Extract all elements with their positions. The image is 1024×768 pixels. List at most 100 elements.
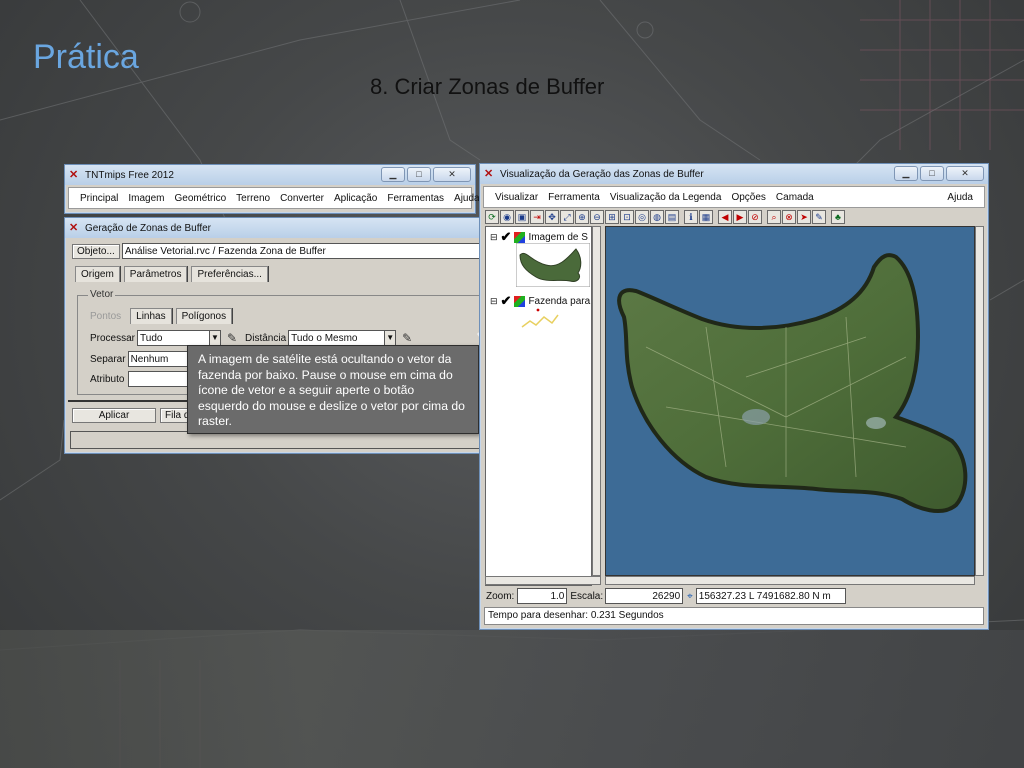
separar-select[interactable]: Nenhum	[127, 351, 190, 367]
redraw-icon[interactable]: ⟳	[485, 210, 499, 224]
menu-ajuda[interactable]: Ajuda	[942, 192, 978, 203]
maximize-button[interactable]: □	[407, 167, 431, 182]
processar-value: Tudo	[137, 330, 210, 346]
map-view-canvas[interactable]	[605, 226, 975, 576]
edit-icon[interactable]: ✎	[812, 210, 826, 224]
processar-select[interactable]: Tudo ▼	[137, 330, 222, 346]
minimize-button[interactable]: ▁	[894, 166, 918, 181]
view-window-title: Visualização da Geração das Zonas de Buf…	[500, 168, 704, 180]
forward-icon[interactable]: ▶	[733, 210, 747, 224]
cancel-icon[interactable]: ⊗	[782, 210, 796, 224]
atributo-field[interactable]	[128, 371, 191, 387]
tree-icon[interactable]: ♣	[831, 210, 845, 224]
collapse-icon[interactable]: ⊟	[490, 232, 498, 243]
chevron-down-icon[interactable]: ▼	[384, 330, 397, 346]
menu-converter[interactable]: Converter	[275, 193, 329, 204]
visualization-window: ✕ Visualização da Geração das Zonas de B…	[479, 163, 989, 630]
frame-icon[interactable]: ▣	[515, 210, 529, 224]
zoom-label: Zoom:	[486, 590, 515, 602]
buffer-window-titlebar[interactable]: ✕ Geração de Zonas de Buffer	[65, 218, 481, 238]
vetor-group-label: Vetor	[88, 289, 116, 300]
coordinate-icon[interactable]: ⌖	[687, 591, 693, 602]
tntmips-main-window: ✕ TNTmips Free 2012 ▁ □ ✕ Principal Imag…	[64, 164, 480, 214]
pencil-icon[interactable]: ✎	[402, 331, 416, 345]
stop-icon[interactable]: ⊘	[748, 210, 762, 224]
view-horizontal-scrollbar[interactable]	[605, 576, 975, 585]
distancia-label: Distância	[245, 332, 287, 344]
zoom-box-icon[interactable]: ⊞	[605, 210, 619, 224]
zoom-previous-icon[interactable]: ◎	[635, 210, 649, 224]
tab-pontos: Pontos	[90, 310, 122, 322]
layer-label-fazenda: Fazenda para	[528, 295, 591, 307]
pan-icon[interactable]: ✥	[545, 210, 559, 224]
zoom-out-icon[interactable]: ⊖	[590, 210, 604, 224]
tab-preferencias[interactable]: Preferências...	[191, 266, 268, 282]
zoom-field[interactable]: 1.0	[517, 588, 568, 604]
slide-title: Prática	[33, 38, 139, 76]
vector-thumbnail	[521, 308, 559, 328]
pencil-icon[interactable]: ✎	[227, 331, 241, 345]
object-path-field[interactable]: Análise Vetorial.rvc / Fazenda Zona de B…	[121, 243, 487, 259]
layer-label-imagem: Imagem de S	[528, 231, 588, 243]
zoom-in-icon[interactable]: ⊕	[575, 210, 589, 224]
menu-ferramentas[interactable]: Ferramentas	[382, 193, 449, 204]
checkmark-icon[interactable]: ✔	[501, 293, 512, 309]
chevron-down-icon[interactable]: ▼	[209, 330, 222, 346]
separar-label: Separar	[90, 353, 126, 365]
close-button[interactable]: ✕	[433, 167, 471, 182]
camera-icon[interactable]: ▤	[665, 210, 679, 224]
close-button[interactable]: ✕	[946, 166, 984, 181]
processar-label: Processar	[90, 332, 136, 344]
menu-camada[interactable]: Camada	[771, 192, 819, 203]
vector-layer-icon[interactable]	[514, 295, 526, 307]
raster-layer-icon[interactable]	[514, 231, 526, 243]
escala-label: Escala:	[570, 590, 604, 602]
zoom-full-icon[interactable]: ⤢	[560, 210, 574, 224]
menu-imagem[interactable]: Imagem	[123, 193, 169, 204]
maximize-button[interactable]: □	[920, 166, 944, 181]
menu-opcoes[interactable]: Opções	[726, 192, 770, 203]
legend-pane: ⊟ ✔ Imagem de S ⊟ ✔ Fazenda para	[485, 226, 592, 586]
legend-vertical-scrollbar[interactable]	[592, 226, 601, 576]
pointer-icon[interactable]: ➤	[797, 210, 811, 224]
escala-field[interactable]: 26290	[605, 588, 684, 604]
zoom-next-icon[interactable]: ◍	[650, 210, 664, 224]
view-window-titlebar[interactable]: ✕ Visualização da Geração das Zonas de B…	[480, 164, 988, 184]
tab-poligonos[interactable]: Polígonos	[175, 308, 233, 324]
menu-aplicacao[interactable]: Aplicação	[329, 193, 382, 204]
tab-parametros[interactable]: Parâmetros	[123, 266, 188, 282]
zoom-layer-icon[interactable]: ⊡	[620, 210, 634, 224]
slide-subtitle: 8. Criar Zonas de Buffer	[370, 74, 605, 99]
menu-terreno[interactable]: Terreno	[231, 193, 275, 204]
menu-visualizacao-legenda[interactable]: Visualização da Legenda	[605, 192, 727, 203]
menu-principal[interactable]: Principal	[75, 193, 123, 204]
aplicar-button[interactable]: Aplicar	[72, 408, 156, 423]
coordinates-field: 156327.23 L 7491682.80 N m	[695, 588, 846, 604]
info-icon[interactable]: ℹ	[684, 210, 698, 224]
menu-ferramenta[interactable]: Ferramenta	[543, 192, 605, 203]
object-button[interactable]: Objeto...	[72, 243, 120, 259]
view-toolbar: ⟳ ◉ ▣ ⇥ ✥ ⤢ ⊕ ⊖ ⊞ ⊡ ◎ ◍ ▤ ℹ ▦ ◀ ▶ ⊘ ⌕ ⊗ …	[485, 209, 985, 225]
search-icon[interactable]: ⌕	[767, 210, 781, 224]
collapse-icon[interactable]: ⊟	[490, 296, 498, 307]
main-menubar: Principal Imagem Geométrico Terreno Conv…	[68, 187, 480, 209]
legend-horizontal-scrollbar[interactable]	[485, 576, 601, 585]
minimize-button[interactable]: ▁	[381, 167, 405, 182]
tab-origem[interactable]: Origem	[75, 266, 120, 282]
distancia-value: Tudo o Mesmo	[288, 330, 385, 346]
view-status-bar: Tempo para desenhar: 0.231 Segundos	[484, 607, 984, 625]
main-window-titlebar[interactable]: ✕ TNTmips Free 2012 ▁ □ ✕	[65, 165, 475, 185]
main-window-title: TNTmips Free 2012	[85, 169, 174, 181]
distancia-select[interactable]: Tudo o Mesmo ▼	[288, 330, 397, 346]
checkmark-icon[interactable]: ✔	[501, 229, 512, 245]
back-icon[interactable]: ◀	[718, 210, 732, 224]
tntmips-app-icon: ✕	[69, 222, 79, 234]
insert-icon[interactable]: ⇥	[530, 210, 544, 224]
layer-add-icon[interactable]: ◉	[500, 210, 514, 224]
tab-linhas[interactable]: Linhas	[130, 308, 172, 324]
menu-geometrico[interactable]: Geométrico	[169, 193, 231, 204]
menu-visualizar[interactable]: Visualizar	[490, 192, 543, 203]
view-vertical-scrollbar[interactable]	[975, 226, 984, 576]
view-menubar: Visualizar Ferramenta Visualização da Le…	[483, 186, 985, 208]
table-icon[interactable]: ▦	[699, 210, 713, 224]
